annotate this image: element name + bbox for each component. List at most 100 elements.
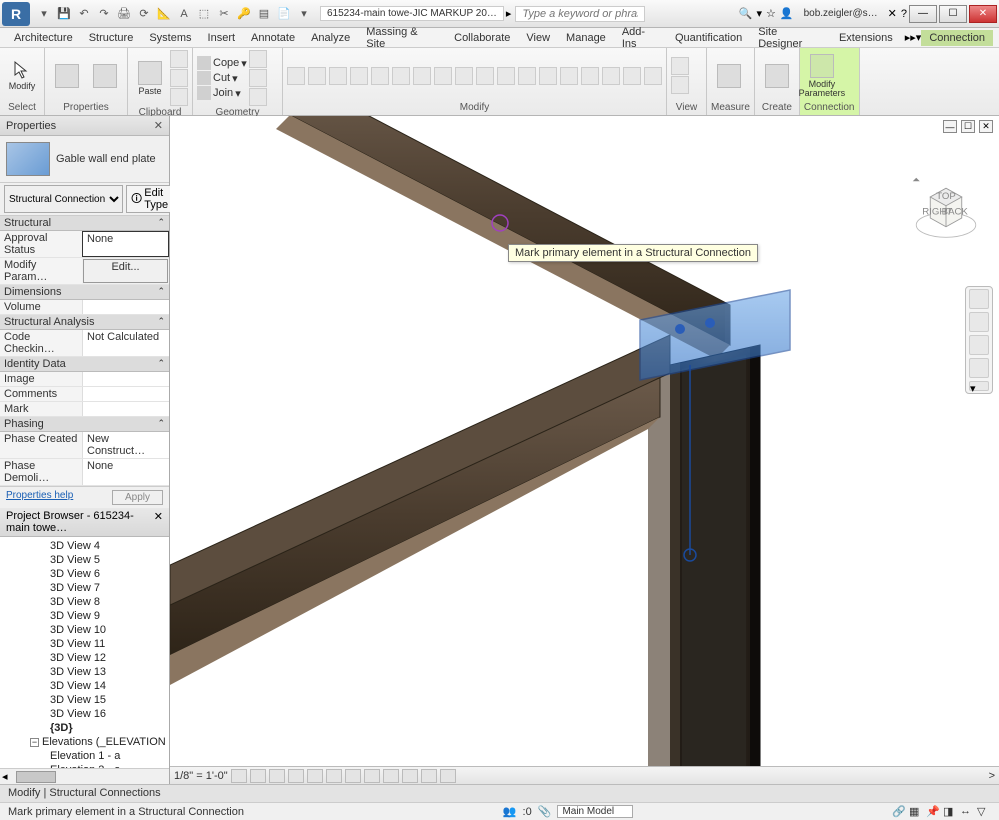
crop-region-button[interactable] [345,769,361,783]
mod-c-button[interactable] [581,67,599,85]
collapse-icon[interactable]: ⌃ [157,316,165,328]
match-button[interactable] [170,88,188,106]
qat-dropdown-icon[interactable]: ▾ [296,6,312,22]
view2-button[interactable] [671,76,689,94]
section-identity[interactable]: Identity Data⌃ [0,357,169,372]
measure-button[interactable] [711,54,747,98]
qat-3d-icon[interactable]: ⬚ [196,6,212,22]
modify-param-edit-button[interactable]: Edit... [83,259,168,283]
tab-systems[interactable]: Systems [141,30,199,46]
nav-expand-button[interactable]: ▾ [969,381,989,391]
tab-collaborate[interactable]: Collaborate [446,30,518,46]
mod-b-button[interactable] [560,67,578,85]
approval-status-field[interactable]: None [82,231,169,257]
edit-type-button[interactable]: 🛈Edit Type [126,185,173,213]
tab-analyze[interactable]: Analyze [303,30,358,46]
shadows-button[interactable] [288,769,304,783]
code-check-field[interactable]: Not Calculated [82,330,169,356]
tree-item[interactable]: 3D View 14 [0,679,169,693]
paste-button[interactable]: Paste [132,56,168,100]
scale-label[interactable]: 1/8" = 1'-0" [174,770,228,782]
geom1-button[interactable] [249,50,267,68]
section-structural[interactable]: Structural⌃ [0,216,169,231]
move-button[interactable] [287,67,305,85]
star-icon[interactable]: ☆ [766,7,776,20]
reveal-button[interactable] [402,769,418,783]
offset-button[interactable] [413,67,431,85]
app-logo[interactable]: R [2,2,30,26]
tree-item[interactable]: {3D} [0,721,169,735]
tab-architecture[interactable]: Architecture [6,30,81,46]
qat-filter-icon[interactable]: ▤ [256,6,272,22]
analytical-button[interactable] [440,769,456,783]
cut-geom-button[interactable]: Cut▾ [197,71,247,85]
tab-overflow-icon[interactable]: ▸▸▾ [905,31,922,44]
image-field[interactable] [82,372,169,386]
properties-header[interactable]: Properties ✕ [0,116,169,136]
collapse-icon[interactable]: ⌃ [157,286,165,298]
tab-annotate[interactable]: Annotate [243,30,303,46]
join-button[interactable]: Join▾ [197,86,247,100]
cope-button[interactable]: Cope▾ [197,56,247,70]
type-selector[interactable]: Gable wall end plate [0,136,169,183]
vp-minimize-button[interactable]: — [943,120,957,133]
mod-e-button[interactable] [623,67,641,85]
project-tree[interactable]: 3D View 43D View 53D View 63D View 73D V… [0,537,169,768]
tree-item[interactable]: 3D View 11 [0,637,169,651]
constraint-button[interactable] [421,769,437,783]
rotate-button[interactable] [329,67,347,85]
mod-d-button[interactable] [602,67,620,85]
apply-button[interactable]: Apply [112,490,163,505]
scrollbar-thumb[interactable] [16,771,56,783]
qat-open-icon[interactable]: ▾ [36,6,52,22]
tree-item[interactable]: 3D View 7 [0,581,169,595]
select-pinned-icon[interactable]: 📌 [926,805,940,819]
delete-button[interactable] [518,67,536,85]
mod-f-button[interactable] [644,67,662,85]
exchange-icon[interactable]: ✕ [888,7,897,20]
tree-item[interactable]: 3D View 6 [0,567,169,581]
viewcube[interactable]: TOP RIGHT BACK [911,176,981,246]
search-icon[interactable]: 🔍 [739,7,753,20]
maximize-button[interactable]: ☐ [939,5,967,23]
lock-button[interactable] [364,769,380,783]
vp-close-button[interactable]: ✕ [979,120,993,133]
tree-item[interactable]: 3D View 16 [0,707,169,721]
comments-field[interactable] [82,387,169,401]
collapse-icon[interactable]: ⌃ [157,217,165,229]
tab-ext[interactable]: Extensions [831,30,901,46]
tab-connection[interactable]: Connection [921,30,993,46]
copy2-button[interactable] [308,67,326,85]
editable-icon[interactable]: 📎 [538,805,552,818]
close-button[interactable]: ✕ [969,5,997,23]
section-phasing[interactable]: Phasing⌃ [0,417,169,432]
document-title[interactable]: 615234-main towe-JIC MARKUP 20… [320,6,504,21]
user-label[interactable]: bob.zeigler@s… [804,8,878,19]
zoom-button[interactable] [969,335,989,355]
properties-help-link[interactable]: Properties help [6,490,73,505]
section-analysis[interactable]: Structural Analysis⌃ [0,315,169,330]
help-icon[interactable]: ? [901,8,907,20]
array-button[interactable] [455,67,473,85]
visual-style-button[interactable] [250,769,266,783]
qat-measure-icon[interactable]: 📐 [156,6,172,22]
select-underlay-icon[interactable]: ▦ [909,805,923,819]
steering-wheel-button[interactable] [969,289,989,309]
tab-structure[interactable]: Structure [81,30,142,46]
qat-key-icon[interactable]: 🔑 [236,6,252,22]
mod-a-button[interactable] [539,67,557,85]
geom2-button[interactable] [249,69,267,87]
create-button[interactable] [759,54,795,98]
cut-button[interactable] [170,50,188,68]
tab-manage[interactable]: Manage [558,30,614,46]
collapse-icon[interactable]: ⌃ [157,418,165,430]
tab-insert[interactable]: Insert [200,30,244,46]
qat-undo-icon[interactable]: ↶ [76,6,92,22]
close-icon[interactable]: ✕ [154,510,163,534]
tree-item[interactable]: 3D View 13 [0,665,169,679]
trim-button[interactable] [350,67,368,85]
filter-icon[interactable]: ▽ [977,805,991,819]
select-face-icon[interactable]: ◨ [943,805,957,819]
section-dimensions[interactable]: Dimensions⌃ [0,285,169,300]
mirror-button[interactable] [434,67,452,85]
